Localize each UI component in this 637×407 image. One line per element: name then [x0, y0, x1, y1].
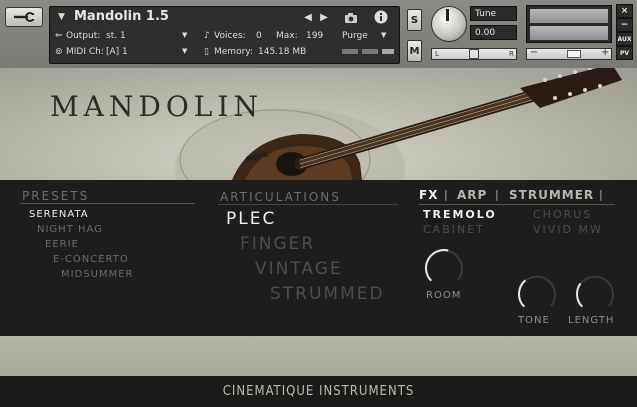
footer-brand-bar: CINEMATIQUE INSTRUMENTS [0, 376, 637, 407]
solo-button[interactable]: S [407, 9, 422, 31]
output-dropdown-icon[interactable]: ▼ [182, 31, 187, 39]
voices-value: 0 [256, 31, 262, 41]
fx-divider [419, 204, 615, 205]
purge-menu[interactable]: Purge [342, 31, 368, 41]
purge-dropdown-icon[interactable]: ▼ [381, 31, 386, 39]
purge-indicator-2 [362, 49, 378, 54]
articulations-divider [218, 204, 398, 205]
pan-handle[interactable] [469, 49, 479, 59]
articulation-plec[interactable]: PLEC [226, 209, 276, 229]
purge-indicator-1 [342, 49, 358, 54]
level-meter-left [530, 9, 608, 23]
controls-panel: PRESETS SERENATA NIGHT HAG EERIE E-CONCE… [0, 180, 637, 336]
tune-knob-indicator [446, 9, 449, 21]
midi-dropdown-icon[interactable]: ▼ [182, 47, 187, 55]
volume-minus-icon[interactable]: − [530, 47, 538, 58]
preset-item-midsummer[interactable]: MIDSUMMER [61, 269, 133, 280]
midi-channel-select[interactable]: [A] 1 [106, 47, 128, 57]
room-knob-label: ROOM [426, 290, 462, 301]
next-instrument-icon[interactable]: ▶ [314, 8, 334, 26]
level-meter [526, 5, 612, 43]
kontakt-header: ▼ Mandolin 1.5 ◀ ▶ ⇐ Output: st. 1 ▼ ♪ V… [0, 0, 637, 69]
level-meter-right [530, 26, 608, 40]
tab-arp[interactable]: ARP [457, 188, 487, 202]
instrument-name: Mandolin 1.5 [74, 9, 169, 24]
tone-knob-label: TONE [518, 315, 550, 326]
tone-knob[interactable] [515, 274, 559, 314]
preset-item-night-hag[interactable]: NIGHT HAG [37, 224, 103, 235]
tune-value[interactable]: 0.00 [470, 25, 517, 40]
volume-handle[interactable] [567, 50, 581, 58]
pan-left-label: L [435, 50, 439, 58]
length-knob-label: LENGTH [568, 315, 615, 326]
tab-separator-2: | [495, 188, 499, 201]
instrument-title: MANDOLIN [50, 90, 263, 123]
pan-right-label: R [509, 50, 514, 58]
wrench-settings-button[interactable] [5, 7, 43, 27]
voices-icon: ♪ [204, 31, 210, 41]
preset-item-eerie[interactable]: EERIE [45, 239, 79, 250]
output-icon: ⇐ [55, 31, 63, 41]
tune-label: Tune [470, 6, 517, 21]
brand-name: CINEMATIQUE INSTRUMENTS [222, 384, 415, 399]
info-icon[interactable] [371, 8, 391, 26]
mandolin-image [175, 68, 622, 180]
wrench-icon [14, 12, 36, 22]
mute-button[interactable]: M [407, 40, 422, 62]
tab-separator-3: | [599, 188, 603, 201]
presets-heading: PRESETS [22, 189, 90, 203]
preset-item-serenata[interactable]: SERENATA [29, 209, 89, 220]
fx-option-cabinet[interactable]: CABINET [423, 223, 485, 236]
tab-strummer[interactable]: STRUMMER [509, 188, 594, 202]
articulation-strummed[interactable]: STRUMMED [270, 284, 385, 304]
close-button[interactable]: × [616, 4, 633, 18]
memory-label: Memory: [214, 47, 253, 57]
memory-icon: ▯ [204, 47, 209, 57]
volume-slider[interactable]: − + [526, 47, 612, 60]
articulation-finger[interactable]: FINGER [240, 234, 315, 254]
pv-button[interactable]: PV [616, 46, 633, 60]
max-voices-label: Max: [276, 31, 298, 41]
collapse-arrow-icon[interactable]: ▼ [58, 12, 65, 22]
tune-knob[interactable] [431, 6, 467, 42]
volume-plus-icon[interactable]: + [601, 47, 609, 58]
minimize-button[interactable]: − [616, 18, 633, 32]
instrument-header-panel: ▼ Mandolin 1.5 ◀ ▶ ⇐ Output: st. 1 ▼ ♪ V… [49, 6, 400, 64]
pan-slider[interactable]: L R [431, 48, 517, 60]
memory-value: 145.18 MB [258, 47, 307, 57]
output-label: Output: [66, 31, 101, 41]
midi-icon: ⊚ [55, 47, 63, 57]
tab-separator-1: | [444, 188, 448, 201]
voices-label: Voices: [214, 31, 246, 41]
bottom-texture-strip [0, 336, 637, 376]
length-knob[interactable] [573, 274, 617, 314]
articulation-vintage[interactable]: VINTAGE [255, 259, 343, 279]
tab-fx[interactable]: FX [419, 188, 438, 202]
camera-snapshot-icon[interactable] [341, 8, 361, 26]
presets-divider [20, 203, 195, 204]
midi-channel-label: MIDI Ch: [66, 47, 104, 57]
aux-button[interactable]: AUX [616, 32, 633, 46]
articulations-heading: ARTICULATIONS [220, 190, 341, 204]
purge-indicator-3 [382, 49, 394, 54]
max-voices-value[interactable]: 199 [306, 31, 323, 41]
fx-option-tremolo[interactable]: TREMOLO [423, 208, 497, 221]
fx-option-chorus[interactable]: CHORUS [533, 208, 592, 221]
hero-banner: MANDOLIN [0, 68, 637, 180]
preset-item-e-concerto[interactable]: E-CONCERTO [53, 254, 129, 265]
fx-option-vivid-mw[interactable]: VIVID MW [533, 223, 603, 236]
output-select[interactable]: st. 1 [106, 31, 126, 41]
room-knob[interactable] [422, 248, 466, 288]
